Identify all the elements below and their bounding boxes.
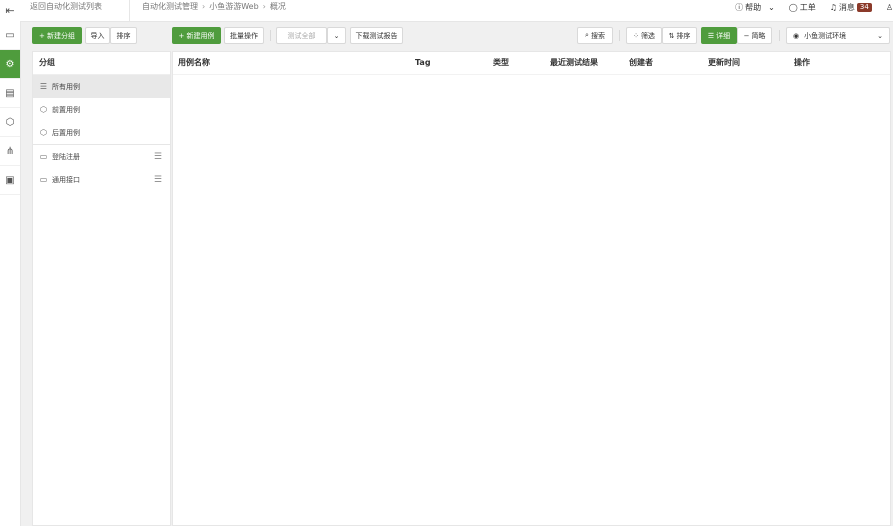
help-label: 帮助: [745, 2, 762, 12]
column-header-updated: 更新时间: [708, 58, 740, 67]
group-item-label: 后置用例: [52, 128, 80, 137]
group-item-login-register[interactable]: ▭ 登陆注册 ☰: [33, 145, 170, 168]
divider: [270, 30, 271, 41]
eye-icon: ◉: [793, 31, 800, 40]
sort-button[interactable]: ⇅ 排序: [662, 27, 697, 44]
message-count-badge: 34: [856, 2, 872, 12]
divider: [779, 30, 780, 41]
groups-panel: 分组 ☰ 所有用例 ⬡ 前置用例 ⬡ 后置用例 ▭ 登陆注册 ☰ ▭ 通用接口 …: [32, 51, 171, 526]
nav-hierarchy-icon[interactable]: ⋔: [0, 137, 20, 166]
breadcrumb: 自动化测试管理 › 小鱼游游Web › 概况: [142, 0, 286, 14]
divider: [129, 0, 130, 21]
list-icon: ☰: [707, 31, 715, 40]
group-item-common-api[interactable]: ▭ 通用接口 ☰: [33, 168, 170, 191]
folder-icon: ▭: [39, 175, 48, 184]
new-case-button[interactable]: + 新建用例: [172, 27, 221, 44]
chat-icon: ◯: [788, 2, 798, 12]
filter-button[interactable]: ⁘ 筛选: [626, 27, 662, 44]
bell-icon: ♫: [829, 2, 837, 12]
sort-groups-button[interactable]: 排序: [110, 27, 137, 44]
detail-label: 详细: [716, 31, 731, 40]
cube-icon: ⬡: [40, 105, 47, 114]
environment-label: 小鱼测试环境: [804, 31, 847, 40]
filter-icon: ⁘: [633, 31, 639, 40]
chevron-right-icon: ›: [202, 2, 206, 11]
chevron-down-icon: ⌄: [333, 31, 340, 40]
breadcrumb-item[interactable]: 小鱼游游Web: [209, 0, 258, 14]
column-header-creator: 创建者: [629, 58, 653, 67]
messages-link[interactable]: ♫ 消息 34: [830, 2, 872, 13]
table-header: 用例名称 Tag 类型 最近测试结果 创建者 更新时间 操作: [173, 52, 890, 75]
drag-handle-icon[interactable]: ☰: [154, 152, 162, 162]
divider: [619, 30, 620, 41]
nav-cube-icon[interactable]: ⬡: [0, 108, 20, 137]
group-item-label: 所有用例: [52, 82, 80, 91]
brief-view-button[interactable]: − 简略: [737, 27, 772, 44]
top-right-actions: ⓘ 帮助 ⌄ ◯ 工单 ♫ 消息 34 ♙: [735, 0, 893, 14]
environment-select[interactable]: ◉ 小鱼测试环境 ⌄: [786, 27, 890, 44]
detail-view-button[interactable]: ☰ 详细: [701, 27, 737, 44]
chevron-right-icon: ›: [262, 2, 266, 11]
breadcrumb-item[interactable]: 自动化测试管理: [142, 0, 198, 14]
folder-icon: ▭: [39, 152, 48, 161]
nav-calendar-icon[interactable]: ▣: [0, 166, 20, 195]
info-icon: ⓘ: [735, 2, 744, 12]
help-menu[interactable]: ⓘ 帮助 ⌄: [735, 2, 775, 13]
search-button[interactable]: ⌕ 搜索: [577, 27, 613, 44]
nav-document-icon[interactable]: ▤: [0, 79, 20, 108]
icon-sidebar: ▭ ⚙ ▤ ⬡ ⋔ ▣: [0, 21, 21, 526]
list-icon: ☰: [39, 82, 48, 91]
cube-icon: ⬡: [40, 128, 47, 137]
back-link[interactable]: 返回自动化测试列表: [30, 0, 102, 14]
column-header-type: 类型: [493, 58, 509, 67]
column-header-name: 用例名称: [178, 58, 210, 67]
user-avatar[interactable]: ♙: [886, 3, 893, 12]
group-item-pre-cases[interactable]: ⬡ 前置用例: [33, 98, 170, 121]
nav-automation-icon[interactable]: ⚙: [0, 50, 20, 79]
column-header-actions: 操作: [794, 58, 810, 67]
sort-icon: ⇅: [668, 31, 675, 40]
ticket-link[interactable]: ◯ 工单: [789, 2, 816, 13]
ticket-label: 工单: [799, 2, 816, 12]
group-item-label: 登陆注册: [52, 152, 80, 161]
sort-label: 排序: [676, 31, 691, 40]
drag-handle-icon[interactable]: ☰: [154, 175, 162, 185]
search-icon: ⌕: [585, 31, 589, 39]
breadcrumb-item: 概况: [269, 2, 286, 11]
group-item-post-cases[interactable]: ⬡ 后置用例: [33, 121, 170, 144]
minus-icon: −: [743, 31, 750, 40]
chevron-down-icon: ⌄: [768, 2, 775, 12]
groups-header: 分组: [33, 52, 170, 75]
brief-label: 简略: [751, 31, 766, 40]
search-label: 搜索: [590, 31, 605, 40]
batch-operation-button[interactable]: 批量操作: [224, 27, 264, 44]
download-report-button[interactable]: 下载测试报告: [350, 27, 403, 44]
group-item-label: 通用接口: [52, 175, 80, 184]
column-header-last-result: 最近测试结果: [550, 58, 598, 67]
import-button[interactable]: 导入: [85, 27, 110, 44]
group-item-all-cases[interactable]: ☰ 所有用例: [33, 75, 170, 98]
chevron-down-icon: ⌄: [877, 31, 883, 40]
messages-label: 消息: [838, 2, 855, 12]
test-all-dropdown[interactable]: ⌄: [327, 27, 346, 44]
user-icon: ♙: [885, 2, 893, 12]
test-all-button[interactable]: 测试全部: [276, 27, 327, 44]
cases-table: 用例名称 Tag 类型 最近测试结果 创建者 更新时间 操作: [172, 51, 891, 526]
new-group-button[interactable]: + 新建分组: [32, 27, 82, 44]
group-item-label: 前置用例: [52, 105, 80, 114]
back-arrow-icon[interactable]: ⇤: [0, 0, 20, 21]
filter-label: 筛选: [640, 31, 655, 40]
column-header-tag: Tag: [415, 58, 431, 67]
top-bar: ⇤ 返回自动化测试列表 自动化测试管理 › 小鱼游游Web › 概况 ⓘ 帮助 …: [0, 0, 893, 22]
nav-overview-icon[interactable]: ▭: [0, 21, 20, 50]
